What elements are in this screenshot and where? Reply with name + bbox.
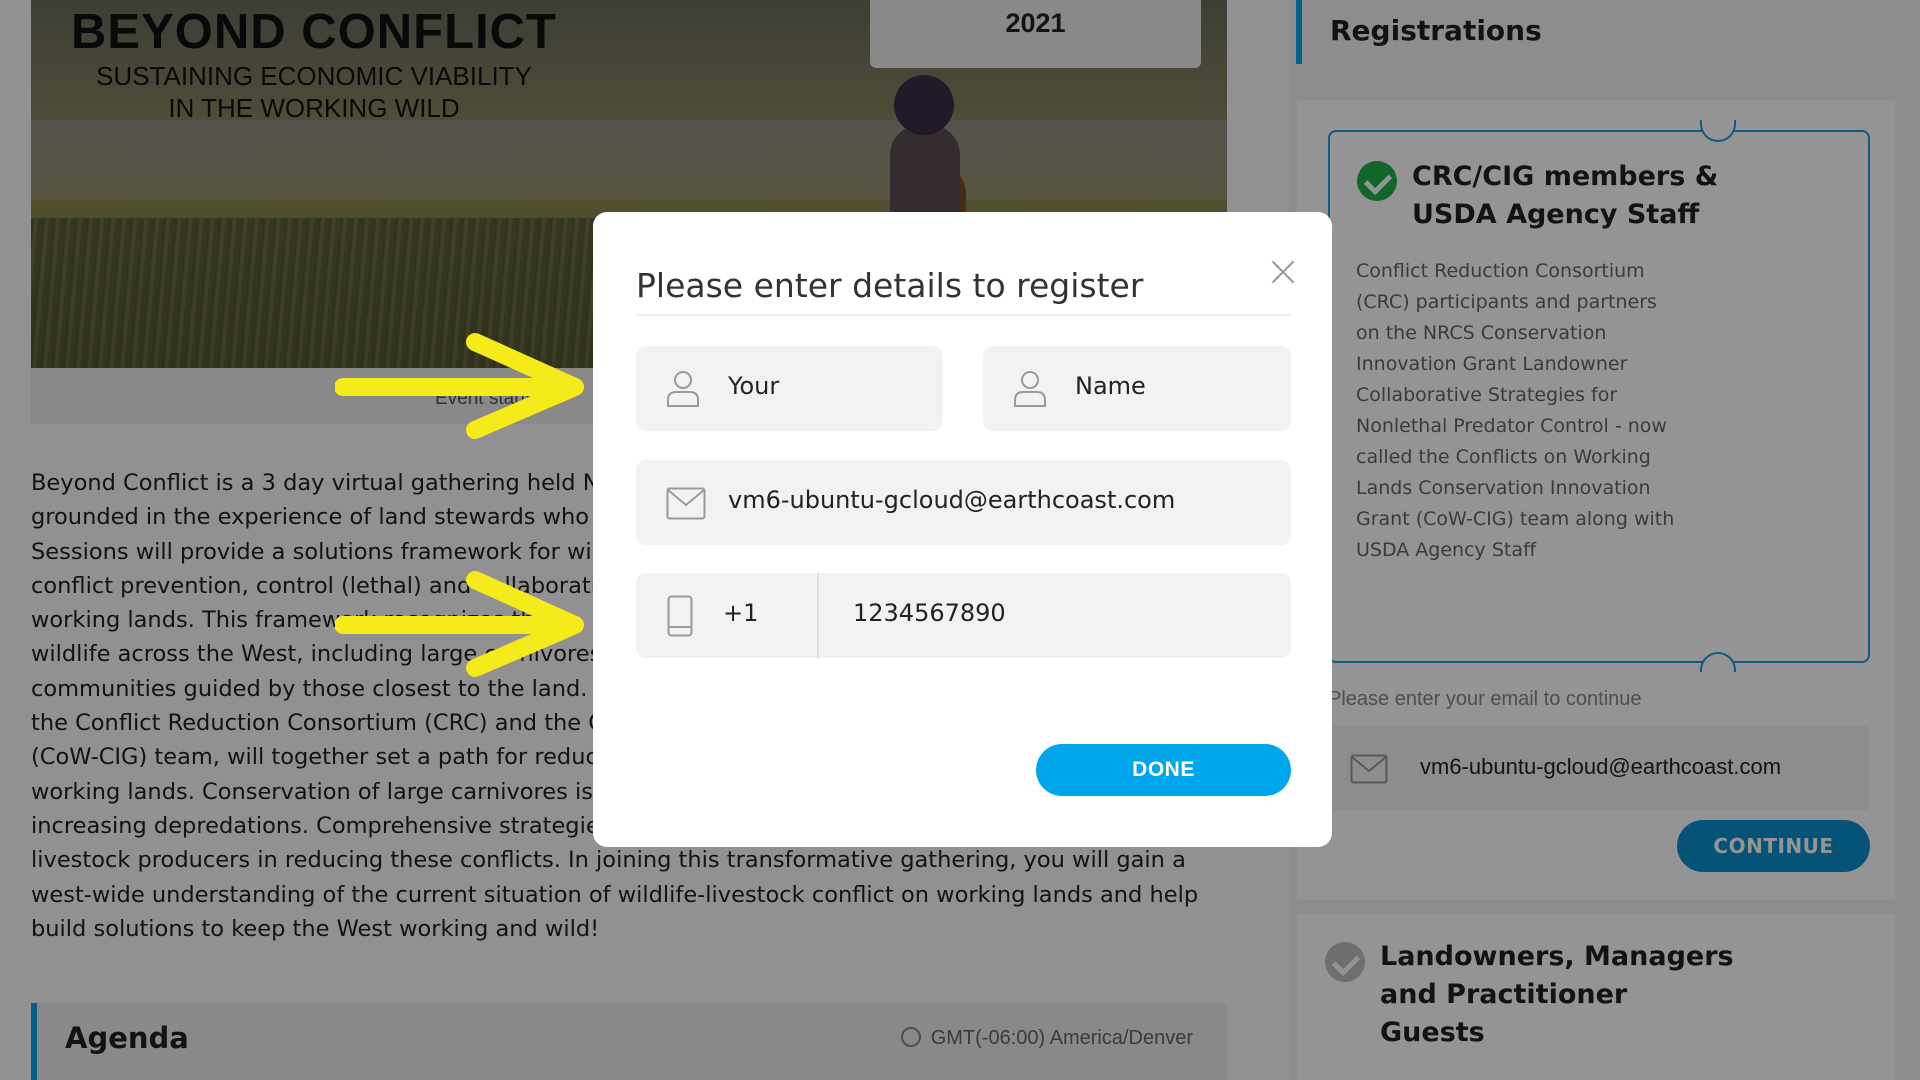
modal-title: Please enter details to register bbox=[636, 266, 1144, 305]
user-icon bbox=[667, 371, 699, 407]
email-field[interactable]: vm6-ubuntu-gcloud@earthcoast.com bbox=[636, 460, 1291, 545]
close-icon[interactable] bbox=[1265, 254, 1301, 290]
mail-icon bbox=[666, 487, 706, 520]
user-icon bbox=[1014, 371, 1046, 407]
phone-field[interactable]: +1 1234567890 bbox=[636, 573, 1291, 658]
register-modal: Please enter details to register Your Na… bbox=[593, 212, 1332, 847]
last-name-value: Name bbox=[1075, 372, 1146, 400]
phone-icon bbox=[667, 595, 693, 637]
email-value: vm6-ubuntu-gcloud@earthcoast.com bbox=[728, 486, 1176, 514]
done-button[interactable]: DONE bbox=[1036, 744, 1291, 796]
annotation-arrow-icon bbox=[335, 571, 584, 677]
phone-divider bbox=[817, 573, 819, 658]
modal-title-divider bbox=[636, 314, 1291, 316]
last-name-field[interactable]: Name bbox=[983, 346, 1291, 431]
phone-number-value[interactable]: 1234567890 bbox=[853, 599, 1006, 627]
country-code-select[interactable]: +1 bbox=[723, 599, 758, 627]
first-name-value: Your bbox=[728, 372, 780, 400]
first-name-field[interactable]: Your bbox=[636, 346, 943, 431]
annotation-arrow-icon bbox=[335, 333, 584, 439]
